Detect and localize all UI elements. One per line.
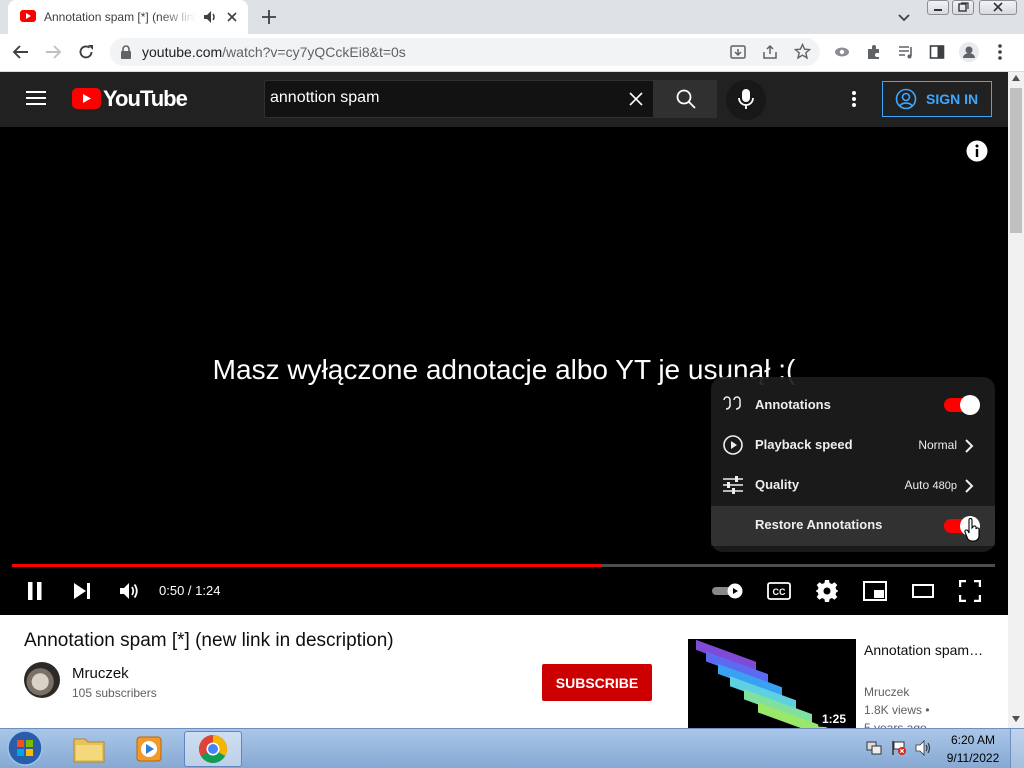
account-circle-icon <box>895 88 917 110</box>
side-panel-icon[interactable] <box>929 44 945 60</box>
share-icon[interactable] <box>762 44 778 60</box>
related-video-title[interactable]: Annotation spam… <box>864 640 984 660</box>
profile-avatar-icon[interactable] <box>959 42 979 62</box>
quality-value: Auto 480p <box>895 478 957 492</box>
channel-name[interactable]: Mruczek <box>72 665 129 682</box>
svg-text:CC: CC <box>773 587 786 597</box>
time-display: 0:50 / 1:24 <box>159 583 221 598</box>
tab-close-icon[interactable] <box>225 10 239 24</box>
window-close-icon[interactable] <box>979 0 1017 15</box>
media-player-icon <box>135 735 165 763</box>
quality-label: Quality <box>755 477 800 492</box>
progress-bar-played <box>12 564 602 567</box>
search-icon <box>675 88 697 110</box>
autoplay-toggle-icon[interactable] <box>711 583 745 599</box>
reload-icon[interactable] <box>77 43 95 61</box>
subscriber-count: 105 subscribers <box>72 686 157 700</box>
related-video-views: 1.8K views • <box>864 703 930 717</box>
taskbar-clock-date[interactable]: 9/11/2022 <box>940 751 1006 765</box>
settings-gear-icon[interactable] <box>815 579 839 603</box>
url-text[interactable]: youtube.com/watch?v=cy7yQCckEi8&t=0s <box>142 44 406 60</box>
extensions-puzzle-icon[interactable] <box>866 44 882 60</box>
miniplayer-icon[interactable] <box>863 581 887 601</box>
lock-icon[interactable] <box>120 45 132 59</box>
annotations-toggle-knob <box>960 395 980 415</box>
quality-sliders-icon <box>722 475 744 495</box>
action-center-flag-icon[interactable] <box>891 740 907 756</box>
restore-annotations-label: Restore Annotations <box>755 517 883 532</box>
show-desktop-button[interactable] <box>1010 729 1024 768</box>
chrome-menu-icon[interactable] <box>997 43 1003 61</box>
taskbar-clock-time[interactable]: 6:20 AM <box>940 733 1006 747</box>
scroll-down-arrow-icon[interactable] <box>1011 715 1021 723</box>
extension-eye-icon[interactable] <box>834 45 850 59</box>
playback-speed-value: Normal <box>918 438 957 452</box>
restore-window-icon[interactable] <box>952 0 974 15</box>
tab-search-chevron-down-icon[interactable] <box>897 10 911 24</box>
install-app-icon[interactable] <box>730 44 746 60</box>
clear-search-icon[interactable] <box>628 91 644 107</box>
chevron-right-icon <box>964 479 974 493</box>
youtube-favicon-icon <box>20 10 36 22</box>
video-title: Annotation spam [*] (new link in descrip… <box>24 630 394 651</box>
next-video-icon[interactable] <box>72 582 92 600</box>
tab-title-fade <box>160 6 196 28</box>
quality-value-mode: Auto <box>904 478 930 492</box>
channel-avatar[interactable] <box>24 662 60 698</box>
annotations-quote-icon <box>722 395 744 415</box>
youtube-logo-text[interactable]: YouTube <box>103 86 188 112</box>
back-arrow-icon[interactable] <box>12 43 30 61</box>
windows-start-orb-icon[interactable] <box>6 729 44 767</box>
new-tab-icon[interactable] <box>260 8 278 26</box>
volume-icon[interactable] <box>118 580 140 602</box>
youtube-logo-icon[interactable] <box>72 88 101 109</box>
chrome-icon <box>198 734 228 764</box>
sign-in-label: SIGN IN <box>926 91 979 107</box>
subscribe-label: SUBSCRIBE <box>555 675 639 691</box>
hamburger-menu-icon[interactable] <box>26 90 46 106</box>
folder-icon <box>73 735 105 763</box>
hand-cursor-icon <box>964 518 982 542</box>
media-control-icon[interactable] <box>898 44 914 60</box>
speaker-tray-icon[interactable] <box>915 740 933 756</box>
settings-more-icon[interactable] <box>851 90 857 108</box>
playback-speed-icon <box>722 434 744 456</box>
forward-arrow-icon[interactable] <box>44 43 62 61</box>
quality-value-resolution: 480p <box>932 480 957 492</box>
url-path: /watch?v=cy7yQCckEi8&t=0s <box>222 44 406 60</box>
scrollbar-thumb[interactable] <box>1010 88 1022 233</box>
url-domain: youtube.com <box>142 44 223 60</box>
pause-icon[interactable] <box>26 581 44 601</box>
subtitles-cc-icon[interactable]: CC <box>767 582 791 600</box>
bookmark-star-icon[interactable] <box>794 43 811 60</box>
fullscreen-icon[interactable] <box>959 580 981 602</box>
related-video-channel[interactable]: Mruczek <box>864 685 909 699</box>
chevron-right-icon <box>964 439 974 453</box>
playback-speed-label: Playback speed <box>755 437 853 452</box>
microphone-icon <box>737 88 755 110</box>
search-input-value[interactable]: annottion spam <box>270 89 379 107</box>
network-tray-icon[interactable] <box>866 740 882 756</box>
theater-mode-icon[interactable] <box>911 583 935 599</box>
info-icon[interactable] <box>966 140 988 162</box>
minimize-icon[interactable] <box>927 0 949 15</box>
thumbnail-duration: 1:25 <box>818 711 851 727</box>
tab-audio-icon[interactable] <box>203 10 217 24</box>
scroll-up-arrow-icon[interactable] <box>1011 74 1021 82</box>
annotations-label: Annotations <box>755 397 831 412</box>
